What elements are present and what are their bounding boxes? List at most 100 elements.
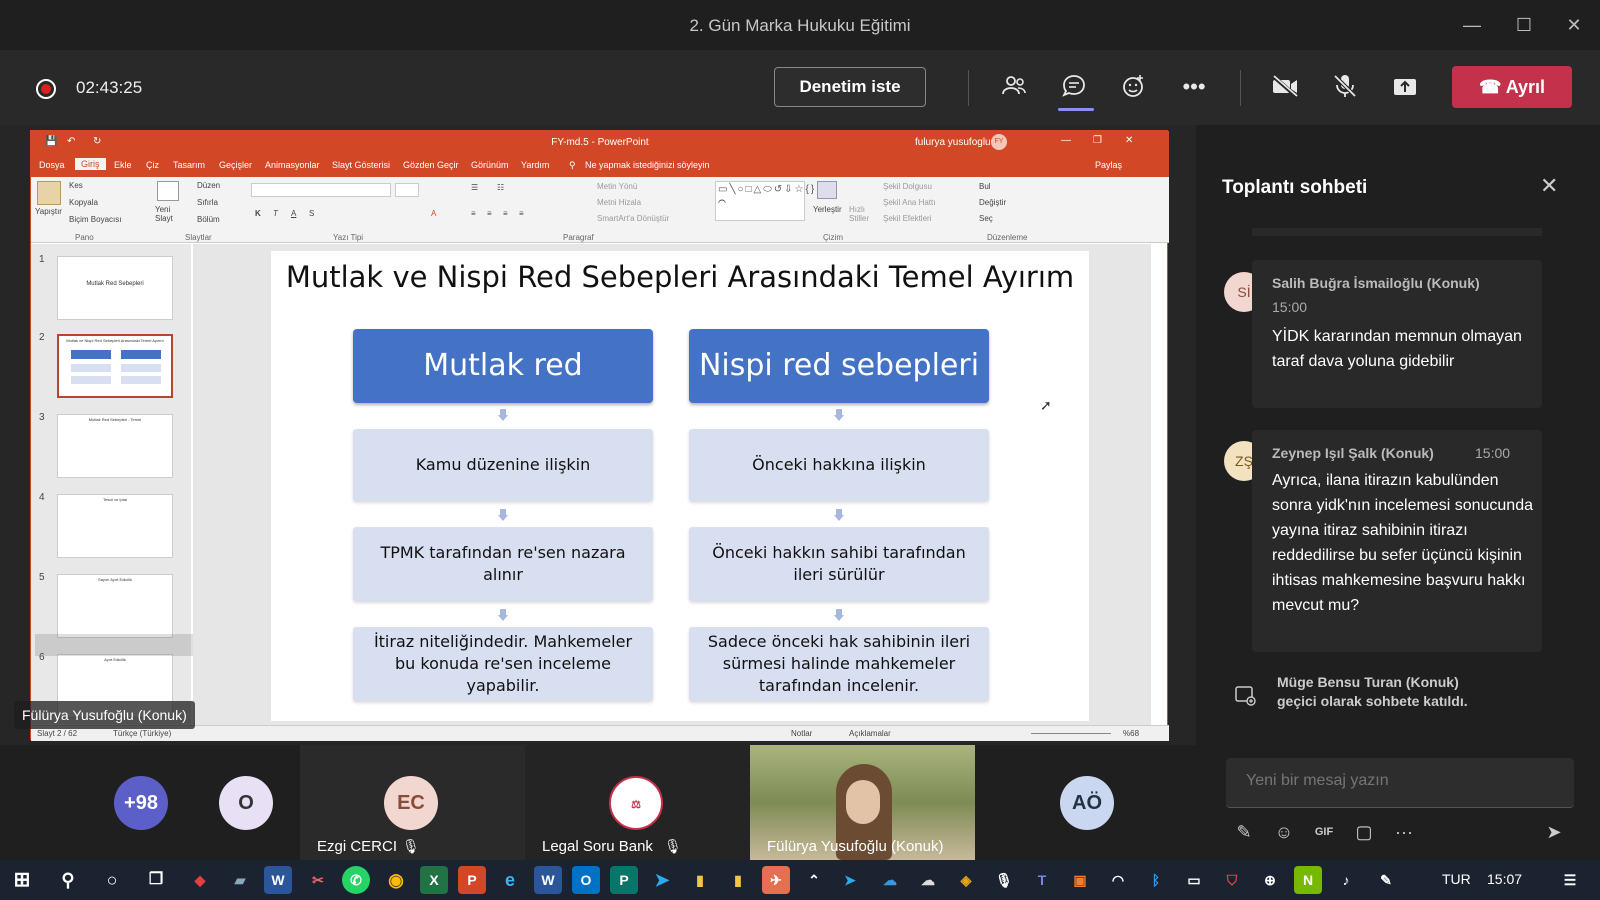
- tab-gorunum[interactable]: Görünüm: [471, 160, 509, 170]
- outlook-icon[interactable]: O: [572, 866, 600, 894]
- chrome-icon[interactable]: ◉: [382, 866, 410, 894]
- tell-me-search[interactable]: Ne yapmak istediğinizi söyleyin: [585, 160, 710, 170]
- format-icon[interactable]: ✎: [1230, 818, 1258, 846]
- reset-button[interactable]: Sıfırla: [197, 198, 218, 207]
- notifications-icon[interactable]: ☰: [1556, 866, 1584, 894]
- tab-dosya[interactable]: Dosya: [39, 160, 65, 170]
- minimize-button[interactable]: —: [1456, 10, 1488, 40]
- tab-ciz[interactable]: Çiz: [146, 160, 159, 170]
- bluetooth-icon[interactable]: ᛒ: [1142, 866, 1170, 894]
- more-participants-badge[interactable]: +98: [114, 776, 168, 830]
- align-left-icon[interactable]: ≡: [471, 209, 476, 218]
- shadow-button[interactable]: S: [309, 209, 314, 218]
- tab-yardim[interactable]: Yardım: [521, 160, 549, 170]
- smartart-button[interactable]: SmartArt'a Dönüştür: [597, 214, 669, 223]
- tab-giris[interactable]: Giriş: [75, 158, 106, 170]
- people-icon[interactable]: [999, 72, 1029, 102]
- ppt-user-avatar[interactable]: FY: [991, 134, 1007, 150]
- align-center-icon[interactable]: ≡: [487, 209, 492, 218]
- shape-effects-button[interactable]: Şekil Efektleri: [883, 214, 931, 223]
- comments-button[interactable]: Açıklamalar: [849, 729, 891, 738]
- camera-off-icon[interactable]: [1270, 72, 1300, 102]
- align-right-icon[interactable]: ≡: [503, 209, 508, 218]
- arrange-button[interactable]: Yerleştir: [813, 205, 842, 214]
- slide-thumbnail-4[interactable]: Tescil ve İptal: [57, 494, 173, 558]
- snip-icon[interactable]: ✂: [304, 866, 332, 894]
- active-app-icon[interactable]: ✈: [762, 866, 790, 894]
- tray-app-icon[interactable]: ▣: [1066, 866, 1094, 894]
- maps-icon[interactable]: ◆: [186, 866, 214, 894]
- more-options-icon[interactable]: ···: [1390, 818, 1418, 846]
- chat-icon[interactable]: [1059, 72, 1089, 102]
- volume-icon[interactable]: ♪: [1332, 866, 1360, 894]
- more-icon[interactable]: •••: [1179, 72, 1209, 102]
- gif-icon[interactable]: GIF: [1310, 818, 1338, 846]
- send-icon[interactable]: ➤: [1540, 818, 1568, 846]
- edge-icon[interactable]: e: [496, 866, 524, 894]
- layout-button[interactable]: Düzen: [197, 181, 220, 190]
- emoji-icon[interactable]: ☺: [1270, 818, 1298, 846]
- tray-app-icon[interactable]: ◈: [952, 866, 980, 894]
- notes-app-icon[interactable]: ▰: [226, 866, 254, 894]
- tab-ekle[interactable]: Ekle: [114, 160, 132, 170]
- sticker-icon[interactable]: ▢: [1350, 818, 1378, 846]
- teams-icon[interactable]: T: [1028, 866, 1056, 894]
- input-language[interactable]: TUR: [1442, 871, 1471, 887]
- arrange-icon[interactable]: [817, 181, 837, 199]
- nvidia-icon[interactable]: N: [1294, 866, 1322, 894]
- participant-avatar[interactable]: AÖ: [1060, 776, 1114, 830]
- onedrive-icon[interactable]: ☁: [876, 866, 904, 894]
- section-button[interactable]: Bölüm: [197, 215, 220, 224]
- request-control-button[interactable]: Denetim iste: [774, 67, 926, 107]
- battery-icon[interactable]: ▭: [1180, 866, 1208, 894]
- microphone-tray-icon[interactable]: 🎙: [990, 866, 1018, 894]
- wifi-icon[interactable]: ◠: [1104, 866, 1132, 894]
- powerpoint-icon[interactable]: P: [458, 866, 486, 894]
- publisher-icon[interactable]: P: [610, 866, 638, 894]
- underline-button[interactable]: A: [291, 209, 296, 218]
- telegram-tray-icon[interactable]: ➤: [836, 866, 864, 894]
- bold-button[interactable]: K: [255, 209, 261, 218]
- italic-button[interactable]: T: [273, 209, 278, 218]
- file-explorer-icon[interactable]: ▮: [686, 866, 714, 894]
- tab-tasarim[interactable]: Tasarım: [173, 160, 205, 170]
- reactions-icon[interactable]: [1119, 72, 1149, 102]
- maximize-button[interactable]: ☐: [1508, 10, 1540, 40]
- word-icon[interactable]: W: [264, 866, 292, 894]
- pen-icon[interactable]: ✎: [1372, 866, 1400, 894]
- word-icon[interactable]: W: [534, 866, 562, 894]
- font-color-button[interactable]: A: [431, 209, 436, 218]
- copy-button[interactable]: Kopyala: [69, 198, 98, 207]
- message-input[interactable]: [1246, 772, 1546, 790]
- numbering-icon[interactable]: ☷: [497, 183, 504, 192]
- close-chat-icon[interactable]: ✕: [1540, 173, 1558, 199]
- font-name-select[interactable]: [251, 183, 391, 197]
- replace-button[interactable]: Değiştir: [979, 198, 1006, 207]
- ppt-minimize-icon[interactable]: —: [1061, 135, 1071, 146]
- cortana-icon[interactable]: ○: [98, 866, 126, 894]
- taskbar-clock[interactable]: 15:07: [1487, 871, 1522, 887]
- new-slide-icon[interactable]: [157, 181, 179, 201]
- justify-icon[interactable]: ≡: [519, 209, 524, 218]
- excel-icon[interactable]: X: [420, 866, 448, 894]
- zoom-slider[interactable]: [1031, 733, 1111, 734]
- compose-box[interactable]: [1226, 758, 1574, 808]
- search-icon[interactable]: ⚲: [54, 866, 82, 894]
- quick-styles-button[interactable]: Hızlı Stiller: [849, 205, 875, 223]
- slide-thumbnail-2[interactable]: Mutlak ve Nispi Red Sebepleri Arasındaki…: [57, 334, 173, 398]
- tab-slayt-gosterisi[interactable]: Slayt Gösterisi: [332, 160, 390, 170]
- defender-icon[interactable]: ⊕: [1256, 866, 1284, 894]
- show-hidden-icons[interactable]: ⌃: [800, 866, 828, 894]
- slide-thumbnail-5[interactable]: Sayım Ayırt Edicilik: [57, 574, 173, 638]
- format-painter-button[interactable]: Biçim Boyacısı: [69, 215, 121, 224]
- select-button[interactable]: Seç: [979, 214, 993, 223]
- notes-button[interactable]: Notlar: [791, 729, 812, 738]
- ppt-close-icon[interactable]: ✕: [1125, 135, 1133, 146]
- paste-icon[interactable]: [37, 181, 61, 205]
- cloud-icon[interactable]: ☁: [914, 866, 942, 894]
- share-label[interactable]: Paylaş: [1095, 160, 1122, 170]
- mic-off-icon[interactable]: [1330, 72, 1360, 102]
- new-slide-button[interactable]: Yeni Slayt: [155, 205, 181, 223]
- shape-fill-button[interactable]: Şekil Dolgusu: [883, 182, 932, 191]
- slide-thumbnail-1[interactable]: Mutlak Red Sebepleri: [57, 256, 173, 320]
